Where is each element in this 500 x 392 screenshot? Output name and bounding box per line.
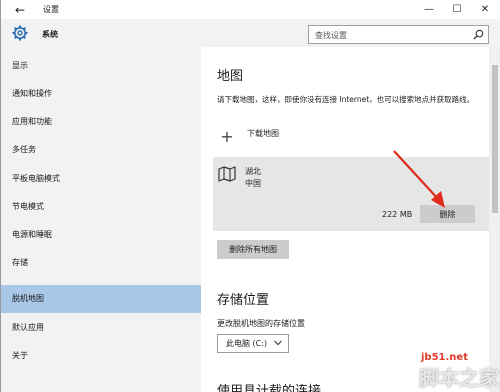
scrollbar[interactable] [489, 47, 500, 392]
watermark-site: 脚本之家 [419, 366, 499, 390]
storage-location-title: 存储位置 [217, 293, 270, 308]
storage-location-value: 此电脑 (C:) [226, 339, 268, 348]
app-name: 系统 [42, 30, 58, 39]
scrollbar-thumb[interactable] [492, 65, 498, 213]
download-maps-link[interactable]: 下载地图 [247, 128, 279, 139]
page-title: 地图 [217, 69, 244, 84]
gear-icon [12, 25, 28, 41]
close-button[interactable]: ✕ [471, 0, 499, 19]
map-icon [218, 166, 236, 182]
sidebar-item-multitasking[interactable]: 多任务 [1, 136, 201, 163]
annotation-arrow-icon [393, 150, 445, 208]
sidebar-item-storage[interactable]: 存储 [1, 249, 201, 276]
search-icon[interactable] [473, 29, 484, 40]
metered-connection-title: 使用具计载的连接 [217, 384, 322, 392]
map-country: 中国 [245, 179, 261, 188]
maps-description: 请下载地图，这样，即使你没有连接 Internet，也可以搜索地点并获取路线。 [217, 95, 475, 104]
window-title: 设置 [43, 5, 59, 14]
sidebar-item-offline-maps[interactable]: 脱机地图 [1, 285, 201, 313]
storage-location-label: 更改脱机地图的存储位置 [217, 319, 305, 328]
search-box[interactable] [308, 25, 489, 44]
sidebar-item-notifications[interactable]: 通知和操作 [1, 80, 201, 107]
sidebar-item-tablet-mode[interactable]: 平板电脑模式 [1, 165, 201, 192]
app-header: 系统 [1, 19, 201, 49]
storage-location-select[interactable]: 此电脑 (C:) [217, 334, 289, 353]
search-input[interactable] [315, 28, 465, 42]
chevron-down-icon [274, 340, 282, 346]
maximize-button[interactable]: ☐ [443, 0, 471, 19]
sidebar-item-power-sleep[interactable]: 电源和睡眠 [1, 221, 201, 248]
map-region: 湖北 [245, 167, 261, 176]
back-button[interactable]: ← [11, 2, 29, 18]
title-bar: ← 设置 — ☐ ✕ [1, 0, 500, 19]
sidebar-item-display[interactable]: 显示 [1, 52, 201, 79]
delete-all-maps-button[interactable]: 删除所有地图 [217, 240, 289, 259]
sidebar-item-battery-saver[interactable]: 节电模式 [1, 193, 201, 220]
sidebar-item-apps[interactable]: 应用和功能 [1, 108, 201, 135]
sidebar-item-about[interactable]: 关于 [1, 342, 201, 369]
add-icon[interactable]: + [217, 128, 237, 148]
minimize-button[interactable]: — [415, 0, 443, 19]
settings-window: ← 设置 — ☐ ✕ 系统 显示 通知和操作 应用和功能 多任务 [0, 0, 500, 392]
sidebar-item-default-apps[interactable]: 默认应用 [1, 314, 201, 341]
